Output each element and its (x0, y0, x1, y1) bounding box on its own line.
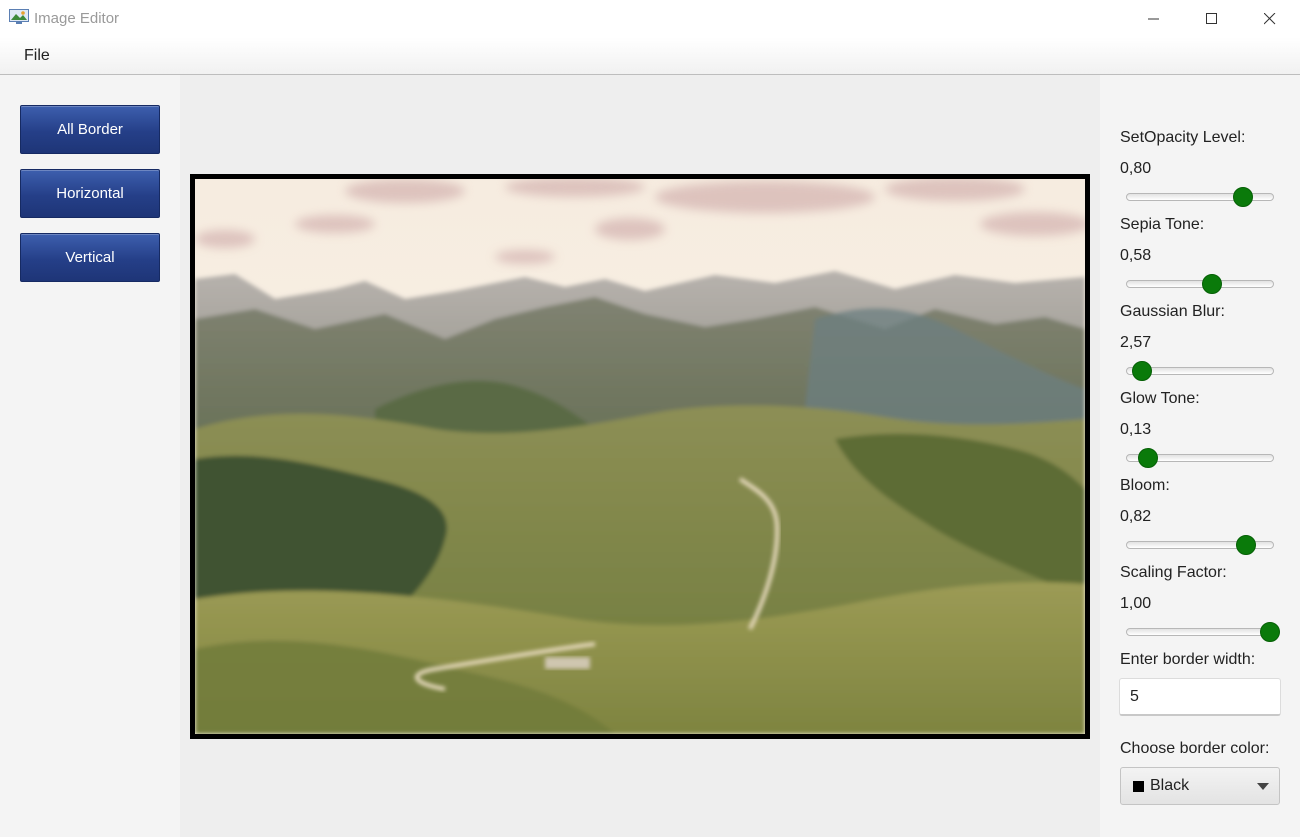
close-icon (1264, 12, 1276, 24)
selected-color: Black (1150, 777, 1190, 794)
maximize-icon (1206, 12, 1217, 24)
sepia-slider[interactable] (1126, 271, 1274, 297)
title-bar: Image Editor (0, 0, 1300, 37)
border-color-label: Choose border color: (1120, 740, 1270, 757)
mountain-landscape-image (195, 179, 1085, 734)
bloom-value: 0,82 (1120, 508, 1152, 525)
color-swatch (1133, 781, 1144, 792)
maximize-button[interactable] (1183, 0, 1241, 37)
app-icon (9, 9, 29, 24)
slider-thumb[interactable] (1232, 187, 1253, 207)
menu-bar: File (0, 37, 1300, 75)
opacity-slider[interactable] (1126, 184, 1274, 210)
border-style-panel: All Border Horizontal Vertical (0, 75, 180, 837)
close-button[interactable] (1241, 0, 1299, 37)
slider-thumb[interactable] (1259, 622, 1280, 642)
all-border-button[interactable]: All Border (20, 105, 160, 154)
slider-thumb[interactable] (1201, 274, 1222, 294)
image-canvas-area (180, 75, 1100, 837)
glow-value: 0,13 (1120, 421, 1152, 438)
minimize-button[interactable] (1125, 0, 1183, 37)
scaling-slider[interactable] (1126, 619, 1280, 645)
gaussian-blur-slider[interactable] (1126, 358, 1274, 384)
scaling-value: 1,00 (1120, 595, 1152, 612)
border-width-input[interactable] (1119, 678, 1281, 716)
sepia-value: 0,58 (1120, 247, 1152, 264)
menu-file[interactable]: File (14, 45, 60, 67)
image-preview (190, 174, 1090, 739)
glow-slider[interactable] (1126, 445, 1274, 471)
opacity-label: SetOpacity Level: (1120, 129, 1246, 146)
slider-track (1126, 280, 1274, 288)
opacity-value: 0,80 (1120, 160, 1152, 177)
scaling-label: Scaling Factor: (1120, 564, 1227, 581)
dropdown-arrow-icon (1257, 783, 1269, 790)
slider-track (1126, 628, 1274, 636)
gaussian-blur-value: 2,57 (1120, 334, 1152, 351)
bloom-label: Bloom: (1120, 477, 1170, 494)
bloom-slider[interactable] (1126, 532, 1274, 558)
slider-thumb[interactable] (1132, 361, 1153, 381)
slider-thumb[interactable] (1235, 535, 1256, 555)
minimize-icon (1148, 18, 1159, 19)
window-title: Image Editor (34, 10, 120, 27)
border-color-picker[interactable]: Black (1120, 767, 1280, 805)
vertical-border-button[interactable]: Vertical (20, 233, 160, 282)
effects-panel: SetOpacity Level: 0,80 Sepia Tone: 0,58 … (1100, 75, 1300, 837)
border-width-label: Enter border width: (1120, 651, 1256, 668)
sepia-label: Sepia Tone: (1120, 216, 1205, 233)
horizontal-border-button[interactable]: Horizontal (20, 169, 160, 218)
slider-thumb[interactable] (1138, 448, 1159, 468)
glow-label: Glow Tone: (1120, 390, 1200, 407)
gaussian-blur-label: Gaussian Blur: (1120, 303, 1225, 320)
